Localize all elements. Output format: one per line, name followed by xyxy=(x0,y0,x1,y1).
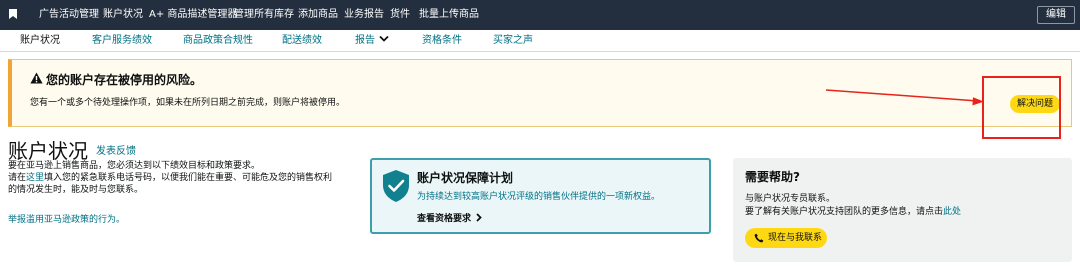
emergency-contact-link[interactable]: 这里 xyxy=(26,173,44,183)
sub-navigation-tabs: 账户状况 客户服务绩效 商品政策合规性 配送绩效 报告 资格条件 买家之声 xyxy=(0,30,1080,52)
help-contact-text: 与账户状况专员联系。 xyxy=(745,194,836,204)
view-eligibility-link[interactable]: 查看资格要求 xyxy=(417,211,482,224)
nav-item-campaign-manager[interactable]: 广告活动管理 xyxy=(39,0,99,30)
view-eligibility-label: 查看资格要求 xyxy=(417,214,472,224)
nav-item-shipments[interactable]: 货件 xyxy=(390,0,410,30)
shield-check-icon xyxy=(383,170,409,202)
warning-title: 您的账户存在被停用的风险。 xyxy=(46,73,203,87)
tab-product-policy-compliance[interactable]: 商品政策合规性 xyxy=(183,30,253,51)
contact-me-now-button[interactable]: 现在与我联系 xyxy=(745,228,827,248)
intro-line-2-prefix: 请在 xyxy=(8,173,27,183)
tab-voice-of-customer[interactable]: 买家之声 xyxy=(493,30,533,51)
feedback-link[interactable]: 发表反馈 xyxy=(96,142,136,157)
contact-me-now-label: 现在与我联系 xyxy=(768,233,823,243)
warning-description: 您有一个或多个待处理操作项，如果未在所列日期之前完成，则账户将被停用。 xyxy=(30,98,346,108)
account-health-intro: 要在亚马逊上销售商品，您必须达到以下绩效目标和政策要求。 请在这里填入您的紧急联… xyxy=(8,160,332,196)
top-navigation-bar: 广告活动管理 账户状况 A+ 商品描述管理器 管理所有库存 添加商品 业务报告 … xyxy=(0,0,1080,30)
phone-icon xyxy=(754,233,764,243)
intro-line-2: 请在这里填入您的紧急联系电话号码，以便我们能在重要、可能危及您的销售权利 xyxy=(8,172,332,184)
help-more-info-text: 要了解有关账户状况支持团队的更多信息，请点击此处 xyxy=(745,204,961,217)
help-panel: 需要帮助? 与账户状况专员联系。 要了解有关账户状况支持团队的更多信息，请点击此… xyxy=(733,158,1072,262)
help-title: 需要帮助? xyxy=(745,170,800,184)
tab-reports-dropdown[interactable]: 报告 xyxy=(355,30,389,51)
assurance-card-description: 为持续达到较高账户状况评级的销售伙伴提供的一项新权益。 xyxy=(417,192,661,202)
deactivation-warning-banner: 您的账户存在被停用的风险。 您有一个或多个待处理操作项，如果未在所列日期之前完成… xyxy=(8,59,1072,127)
nav-item-a-plus-manager[interactable]: A+ 商品描述管理器 xyxy=(149,0,237,30)
annotation-highlight-box xyxy=(982,76,1061,139)
help-more-info-prefix: 要了解有关账户状况支持团队的更多信息，请点击 xyxy=(745,207,944,217)
nav-item-manage-inventory[interactable]: 管理所有库存 xyxy=(234,0,294,30)
nav-item-business-reports[interactable]: 业务报告 xyxy=(344,0,384,30)
help-here-link[interactable]: 此处 xyxy=(943,207,961,217)
nav-item-bulk-upload[interactable]: 批量上传商品 xyxy=(419,0,479,30)
chevron-down-icon xyxy=(379,35,389,42)
chevron-right-icon xyxy=(476,213,482,222)
report-policy-abuse-link[interactable]: 举报滥用亚马逊政策的行为。 xyxy=(8,212,125,225)
tab-shipping-performance[interactable]: 配送绩效 xyxy=(282,30,322,51)
tab-eligibility[interactable]: 资格条件 xyxy=(422,30,462,51)
tab-customer-service-performance[interactable]: 客户服务绩效 xyxy=(92,30,152,51)
warning-icon xyxy=(30,72,43,84)
intro-line-3: 的情况发生时，能及时与您联系。 xyxy=(8,185,144,195)
intro-line-1: 要在亚马逊上销售商品，您必须达到以下绩效目标和政策要求。 xyxy=(8,161,261,171)
nav-item-account-health[interactable]: 账户状况 xyxy=(103,0,143,30)
account-health-assurance-card: 账户状况保障计划 为持续达到较高账户状况评级的销售伙伴提供的一项新权益。 查看资… xyxy=(370,158,711,234)
tab-account-health[interactable]: 账户状况 xyxy=(20,30,60,51)
edit-button[interactable]: 编辑 xyxy=(1037,6,1075,24)
nav-item-add-products[interactable]: 添加商品 xyxy=(298,0,338,30)
tab-reports-label: 报告 xyxy=(355,35,375,46)
intro-line-2-suffix: 填入您的紧急联系电话号码，以便我们能在重要、可能危及您的销售权利 xyxy=(44,173,333,183)
bookmark-icon[interactable] xyxy=(9,9,17,19)
assurance-card-title: 账户状况保障计划 xyxy=(417,171,514,185)
